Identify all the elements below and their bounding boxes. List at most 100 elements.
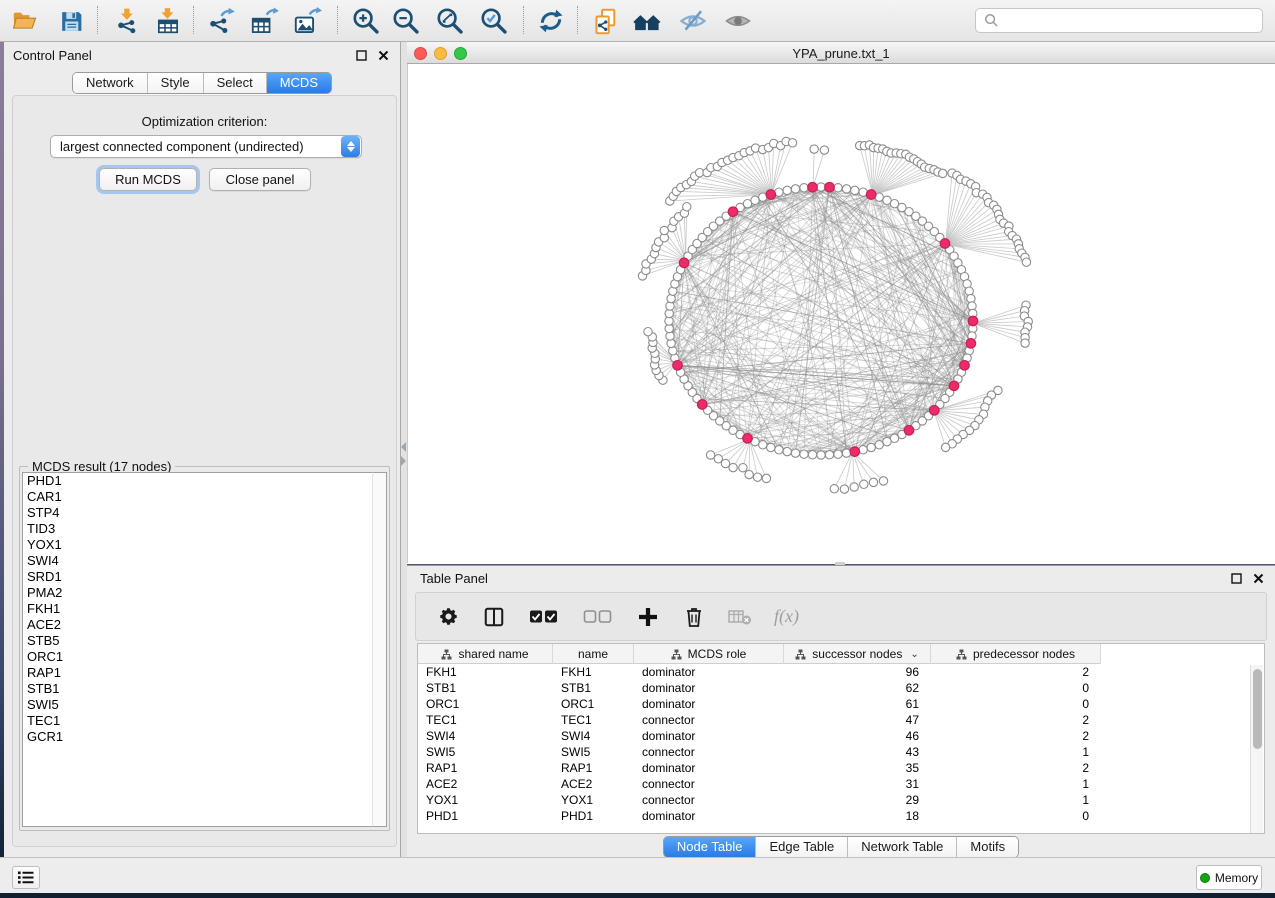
mcds-result-item[interactable]: SWI5	[23, 697, 374, 713]
table-row[interactable]: FKH1FKH1dominator962	[418, 664, 1264, 680]
graph-mcds-node[interactable]	[679, 258, 689, 268]
panel-menu-button[interactable]	[12, 866, 40, 889]
float-panel-icon[interactable]	[354, 48, 368, 62]
network-canvas[interactable]	[407, 64, 1275, 563]
column-header-MCDS-role[interactable]: MCDS role	[634, 644, 784, 664]
table-row[interactable]: PHD1PHD1dominator180	[418, 808, 1264, 824]
graph-node[interactable]	[1022, 258, 1030, 266]
graph-node[interactable]	[842, 449, 850, 457]
graph-mcds-node[interactable]	[825, 182, 835, 192]
cell-name[interactable]: SWI5	[553, 744, 634, 760]
graph-mcds-node[interactable]	[697, 400, 707, 410]
close-panel-icon[interactable]	[376, 48, 390, 62]
add-column-icon[interactable]	[636, 605, 660, 629]
cell-role[interactable]: dominator	[634, 680, 784, 696]
graph-mcds-node[interactable]	[949, 381, 959, 391]
cell-successors[interactable]: 31	[784, 776, 931, 792]
column-header-name[interactable]: name	[553, 644, 634, 664]
cell-role[interactable]: dominator	[634, 664, 784, 680]
graph-mcds-node[interactable]	[673, 361, 683, 371]
cell-role[interactable]: connector	[634, 712, 784, 728]
mcds-result-item[interactable]: GCR1	[23, 729, 374, 745]
graph-node[interactable]	[851, 186, 859, 194]
table-row[interactable]: SWI5SWI5connector431	[418, 744, 1264, 760]
cell-name[interactable]: ORC1	[553, 696, 634, 712]
cell-role[interactable]: dominator	[634, 696, 784, 712]
collapse-left-icon[interactable]	[401, 442, 406, 452]
select-all-icon[interactable]	[528, 605, 560, 629]
hide-selected-icon[interactable]	[676, 6, 710, 36]
export-image-icon[interactable]	[290, 6, 324, 36]
graph-node[interactable]	[783, 447, 791, 455]
cell-predecessors[interactable]: 1	[931, 744, 1101, 760]
graph-mcds-node[interactable]	[904, 426, 914, 436]
mcds-result-item[interactable]: TID3	[23, 521, 374, 537]
tab-edge-table[interactable]: Edge Table	[756, 837, 848, 857]
open-file-icon[interactable]	[8, 6, 42, 36]
graph-mcds-node[interactable]	[960, 361, 970, 371]
graph-node[interactable]	[875, 441, 883, 449]
graph-node[interactable]	[869, 478, 877, 486]
mcds-result-item[interactable]: CAR1	[23, 489, 374, 505]
graph-node[interactable]	[860, 480, 868, 488]
cell-predecessors[interactable]: 2	[931, 664, 1101, 680]
cell-predecessors[interactable]: 0	[931, 808, 1101, 824]
mcds-result-item[interactable]: RAP1	[23, 665, 374, 681]
graph-node[interactable]	[808, 451, 816, 459]
graph-node[interactable]	[859, 446, 867, 454]
column-header-shared-name[interactable]: shared name	[418, 644, 553, 664]
graph-mcds-node[interactable]	[930, 406, 940, 416]
cell-name[interactable]: YOX1	[553, 792, 634, 808]
mcds-result-item[interactable]: ACE2	[23, 617, 374, 633]
deselect-all-icon[interactable]	[582, 605, 614, 629]
graph-node[interactable]	[739, 464, 747, 472]
cell-shared_name[interactable]: TEC1	[418, 712, 553, 728]
tab-select[interactable]: Select	[204, 73, 267, 93]
zoom-out-icon[interactable]	[389, 6, 423, 36]
cell-role[interactable]: dominator	[634, 728, 784, 744]
optimization-criterion-select[interactable]: largest connected component (undirected)	[50, 135, 362, 158]
cell-role[interactable]: connector	[634, 744, 784, 760]
cell-role[interactable]: connector	[634, 792, 784, 808]
graph-node[interactable]	[879, 477, 887, 485]
collapse-right-icon[interactable]	[401, 456, 406, 466]
delete-column-trash-icon[interactable]	[682, 605, 706, 629]
cell-shared_name[interactable]: ORC1	[418, 696, 553, 712]
cell-predecessors[interactable]: 2	[931, 760, 1101, 776]
graph-node[interactable]	[729, 463, 737, 471]
table-row[interactable]: ORC1ORC1dominator610	[418, 696, 1264, 712]
graph-node[interactable]	[842, 185, 850, 193]
graph-node[interactable]	[867, 443, 875, 451]
graph-node[interactable]	[788, 139, 796, 147]
graph-node[interactable]	[753, 473, 761, 481]
graph-node[interactable]	[745, 470, 753, 478]
cell-successors[interactable]: 46	[784, 728, 931, 744]
cell-successors[interactable]: 47	[784, 712, 931, 728]
cell-shared_name[interactable]: SWI4	[418, 728, 553, 744]
export-table-icon[interactable]	[247, 6, 281, 36]
graph-mcds-node[interactable]	[940, 239, 950, 249]
graph-mcds-node[interactable]	[743, 434, 753, 444]
cell-successors[interactable]: 29	[784, 792, 931, 808]
cell-successors[interactable]: 43	[784, 744, 931, 760]
graph-mcds-node[interactable]	[728, 207, 738, 217]
cell-successors[interactable]: 62	[784, 680, 931, 696]
save-session-icon[interactable]	[54, 6, 88, 36]
table-row[interactable]: ACE2ACE2connector311	[418, 776, 1264, 792]
mcds-result-item[interactable]: ORC1	[23, 649, 374, 665]
graph-node[interactable]	[791, 449, 799, 457]
table-row[interactable]: YOX1YOX1connector291	[418, 792, 1264, 808]
cell-successors[interactable]: 35	[784, 760, 931, 776]
graph-node[interactable]	[714, 455, 722, 463]
graph-node[interactable]	[810, 145, 818, 153]
graph-node[interactable]	[783, 186, 791, 194]
mcds-result-list[interactable]: PHD1CAR1STP4TID3YOX1SWI4SRD1PMA2FKH1ACE2…	[22, 472, 374, 827]
graph-node[interactable]	[762, 474, 770, 482]
close-panel-button[interactable]: Close panel	[209, 168, 311, 191]
table-scrollbar-thumb[interactable]	[1253, 669, 1262, 749]
graph-node[interactable]	[939, 169, 947, 177]
cell-predecessors[interactable]: 2	[931, 728, 1101, 744]
mcds-result-item[interactable]: FKH1	[23, 601, 374, 617]
mcds-result-item[interactable]: PHD1	[23, 473, 374, 489]
new-network-from-selection-icon[interactable]	[589, 6, 623, 36]
